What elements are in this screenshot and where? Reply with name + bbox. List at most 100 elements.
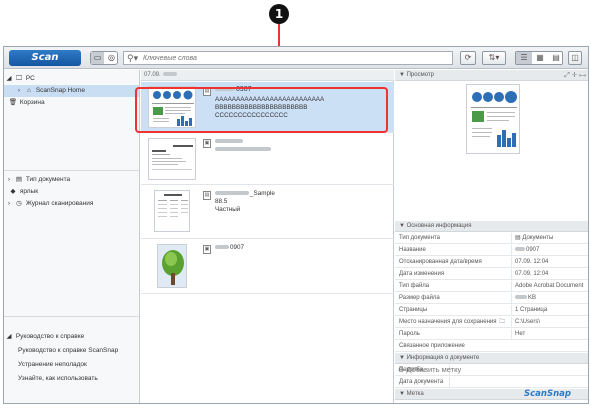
- basic-info-header[interactable]: ▼ Основная информация: [395, 221, 588, 232]
- info-key: Тип документа: [399, 235, 440, 241]
- image-file-icon: ▣: [203, 139, 211, 148]
- redacted-text: [515, 295, 527, 300]
- expand-arrow-icon[interactable]: ›: [4, 198, 14, 210]
- info-row-scanned: Отсканированная дата/время 07.09. 12:04: [395, 257, 588, 268]
- basic-info-label: Основная информация: [406, 223, 472, 229]
- date-group-header: 07.09.: [141, 70, 394, 81]
- document-title: _Sample: [215, 190, 275, 198]
- info-key: Пароль: [399, 331, 420, 337]
- tag-header-label: Метка: [406, 391, 424, 397]
- help-link-how-to[interactable]: Узнайте, как использовать: [4, 373, 139, 385]
- info-value: 07.09. 12:04: [515, 271, 549, 277]
- home-icon: ⌂: [27, 87, 31, 94]
- sort-button[interactable]: ⇅▾: [482, 51, 506, 65]
- preview-tools[interactable]: ⤢ ✛ ⟷: [564, 71, 586, 80]
- preview-header-label: Просмотр: [406, 72, 435, 78]
- refresh-icon: ⟳: [464, 53, 472, 62]
- expand-arrow-icon[interactable]: ›: [4, 174, 14, 186]
- sidebar-item-scansnap-home[interactable]: › ⌂ ScanSnap Home: [4, 85, 139, 97]
- divider: [4, 170, 139, 171]
- sidebar-item-doc-type[interactable]: › ▤ Тип документа: [4, 174, 139, 186]
- redacted-text: [162, 72, 177, 77]
- info-value-text: Документы: [522, 235, 554, 241]
- info-row-pages: Страницы 1 Страница: [395, 305, 588, 316]
- collapse-arrow-icon[interactable]: ◢: [4, 331, 14, 343]
- expand-arrow-icon[interactable]: ›: [14, 85, 24, 97]
- info-value: KB: [515, 293, 536, 304]
- sidebar-item-help-guide[interactable]: ◢ Руководство к справке: [4, 331, 139, 343]
- scan-button[interactable]: Scan: [9, 50, 81, 66]
- collapse-arrow-icon[interactable]: ◢: [4, 73, 14, 85]
- info-key: Дата документа: [399, 379, 444, 385]
- info-row-doc-type: Тип документа ▤ Документы: [395, 233, 588, 244]
- info-key: Дата изменения: [399, 271, 445, 277]
- monitor-icon: 🖵: [15, 75, 23, 82]
- document-card[interactable]: ▣: [141, 134, 394, 185]
- info-value: 07.09. 12:04: [515, 259, 549, 265]
- trash-icon: 🗑: [8, 99, 18, 106]
- info-key: Место назначения для сохранения: [399, 319, 497, 325]
- preview-panel: ▼ Просмотр ⤢ ✛ ⟷ ▼ Основная информация Т…: [395, 70, 588, 403]
- document-title-suffix: 0907: [230, 244, 245, 251]
- add-tag-button[interactable]: ⊕ Добавить метку: [398, 365, 461, 374]
- tag-icon: ◆: [10, 188, 16, 195]
- info-value: C:\Users\: [515, 319, 541, 325]
- search-box[interactable]: ⚲▾: [123, 51, 453, 65]
- add-tag-label: Добавить метку: [406, 365, 462, 374]
- redacted-text: [215, 139, 243, 144]
- panel-toggle-button[interactable]: ◫: [568, 51, 582, 65]
- info-value-text: 0907: [526, 247, 540, 253]
- image-file-icon: ▣: [203, 245, 211, 254]
- panel-icon: ◫: [571, 53, 579, 62]
- search-icon: ⚲▾: [127, 53, 139, 63]
- sidebar-item-label: PC: [25, 75, 35, 82]
- sidebar-item-scan-log[interactable]: › ◷ Журнал сканирования: [4, 198, 139, 210]
- docinfo-header[interactable]: ▼ Информация о документе: [395, 353, 588, 364]
- info-row-password: Пароль Нет: [395, 329, 588, 340]
- pdf-file-icon: ▤: [203, 191, 211, 200]
- sort-icon: ⇅▾: [488, 53, 500, 62]
- redacted-text: [215, 245, 229, 250]
- sidebar: ◢ 🖵 PC › ⌂ ScanSnap Home 🗑 Корзина › ▤ Тип …: [4, 70, 140, 403]
- document-category: Частный: [215, 206, 241, 213]
- document-title-suffix: _Sample: [250, 190, 275, 197]
- grid-view-icon[interactable]: ▦: [532, 52, 548, 64]
- info-value[interactable]: 0907: [515, 245, 539, 256]
- info-row-title: Название 0907: [395, 245, 588, 256]
- info-key: Размер файла: [399, 295, 440, 301]
- list-view-icon[interactable]: ☰: [516, 52, 532, 64]
- document-title: 0907: [215, 244, 244, 252]
- layout-toggle[interactable]: ☰ ▦ ▤: [515, 51, 563, 65]
- preview-header[interactable]: ▼ Просмотр ⤢ ✛ ⟷: [395, 70, 588, 81]
- help-link-guide[interactable]: Руководство к справке ScanSnap: [4, 345, 139, 357]
- sidebar-item-label: Руководство к справке: [15, 333, 85, 340]
- document-thumbnail: [154, 190, 190, 232]
- info-row-file-type: Тип файла Adobe Acrobat Document: [395, 281, 588, 292]
- info-row-file-size: Размер файла KB: [395, 293, 588, 304]
- sidebar-item-label: Тип документа: [25, 176, 71, 183]
- card-view-icon[interactable]: ▤: [548, 52, 564, 64]
- sidebar-item-trash[interactable]: 🗑 Корзина: [4, 97, 139, 109]
- search-input[interactable]: [143, 53, 443, 63]
- docinfo-label: Информация о документе: [406, 355, 480, 361]
- help-link-troubleshoot[interactable]: Устранение неполадок: [4, 359, 139, 371]
- info-value: Adobe Acrobat Document: [515, 283, 584, 289]
- view-toggle[interactable]: ▭ ◎: [90, 51, 118, 65]
- sidebar-item-pc[interactable]: ◢ 🖵 PC: [4, 73, 139, 85]
- refresh-button[interactable]: ⟳: [460, 51, 476, 65]
- sidebar-item-label: ярлык: [19, 188, 39, 195]
- info-value: 1 Страница: [515, 307, 548, 313]
- preview-image: [466, 84, 520, 154]
- photo-view-icon[interactable]: ◎: [105, 52, 118, 64]
- document-card[interactable]: ▣ 0907: [141, 240, 394, 294]
- selected-card-highlight: [135, 87, 388, 133]
- info-row-linked-app: Связанное приложение: [395, 341, 588, 352]
- info-row-doc-date: Дата документа: [395, 377, 588, 388]
- document-card[interactable]: ▤ _Sample 88.5 Частный: [141, 186, 394, 239]
- sidebar-item-label: Корзина: [19, 99, 45, 106]
- sidebar-item-label: ScanSnap Home: [35, 87, 85, 94]
- folder-icon[interactable]: 🗀: [499, 317, 505, 328]
- info-value[interactable]: ▤ Документы: [515, 233, 553, 244]
- scanner-view-icon[interactable]: ▭: [91, 52, 104, 64]
- sidebar-item-tag[interactable]: ◆ ярлык: [4, 186, 139, 198]
